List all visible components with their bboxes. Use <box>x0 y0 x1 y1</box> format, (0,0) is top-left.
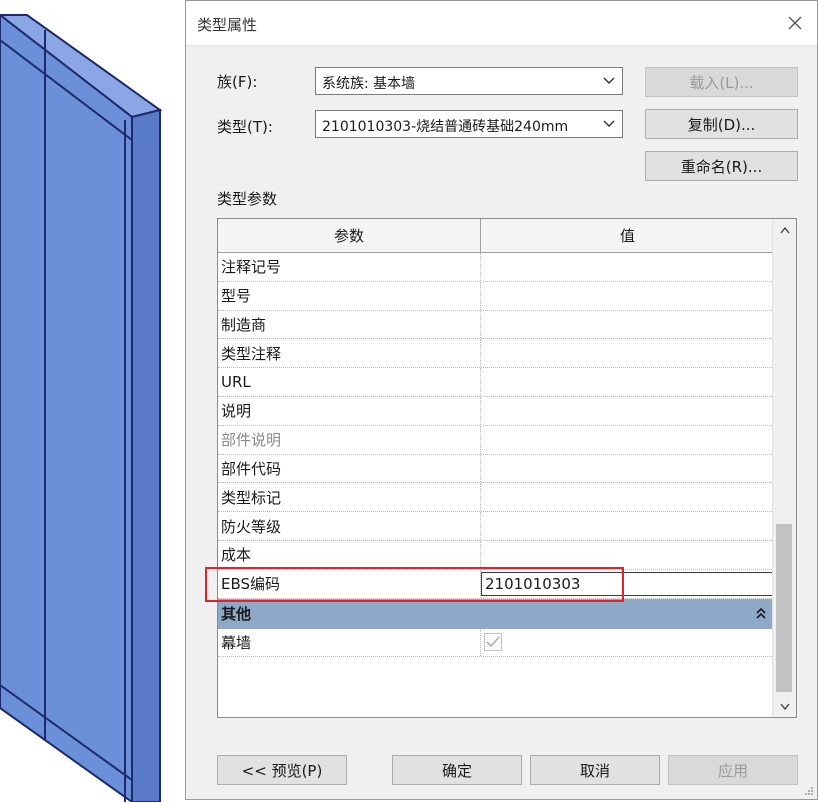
parameter-name: 类型注释 <box>218 339 481 368</box>
scroll-thumb[interactable] <box>776 524 792 692</box>
close-icon <box>788 16 802 30</box>
parameter-value[interactable] <box>481 512 774 540</box>
parameter-value[interactable] <box>481 541 774 569</box>
parameter-name: 幕墙 <box>218 628 481 657</box>
chevron-up-icon <box>779 226 790 233</box>
group-label: 其他 <box>221 605 252 624</box>
parameter-name: 型号 <box>218 281 481 310</box>
checkmark-icon <box>486 636 500 648</box>
vertical-scrollbar[interactable] <box>772 219 796 717</box>
table-row[interactable]: 幕墙 <box>218 628 774 658</box>
type-select[interactable]: 2101010303-烧结普通砖基础240mm <box>315 110 623 138</box>
family-select-value: 系统族: 基本墙 <box>322 76 416 92</box>
parameter-name: URL <box>218 368 481 396</box>
title-bar: 类型属性 <box>186 1 817 46</box>
close-button[interactable] <box>781 9 809 37</box>
table-header: 参数 值 <box>218 219 774 253</box>
table-row[interactable]: 说明 <box>218 396 774 426</box>
cancel-button[interactable]: 取消 <box>530 755 660 785</box>
scroll-up-button[interactable] <box>773 219 796 241</box>
parameter-value[interactable] <box>481 311 774 339</box>
table-row[interactable]: 型号 <box>218 281 774 311</box>
chevron-down-icon <box>779 703 790 710</box>
table-row[interactable]: 部件代码 <box>218 454 774 484</box>
parameter-value[interactable] <box>481 282 774 310</box>
rename-button[interactable]: 重命名(R)... <box>645 151 798 181</box>
group-header-other[interactable]: 其他 <box>218 598 774 629</box>
curtain-wall-checkbox[interactable] <box>484 633 502 652</box>
family-label: 族(F): <box>217 73 258 91</box>
column-header-value[interactable]: 值 <box>481 219 774 252</box>
parameter-name: 成本 <box>218 540 481 569</box>
table-row[interactable]: URL <box>218 368 774 397</box>
ok-button[interactable]: 确定 <box>392 755 522 785</box>
type-properties-dialog: 类型属性 族(F): 系统族: 基本墙 载入(L)... 类型(T): 2101… <box>185 0 818 800</box>
duplicate-button[interactable]: 复制(D)... <box>645 109 798 139</box>
ebs-code-input[interactable]: 2101010303 <box>481 571 774 596</box>
table-row[interactable]: 注释记号 <box>218 253 774 282</box>
parameter-value[interactable] <box>481 483 774 511</box>
parameter-name: 类型标记 <box>218 483 481 512</box>
scroll-down-button[interactable] <box>773 695 796 717</box>
parameter-name: 部件代码 <box>218 454 481 483</box>
load-button[interactable]: 载入(L)... <box>645 67 798 97</box>
table-row-ebs-code[interactable]: EBS编码 2101010303 <box>218 569 774 599</box>
dialog-title: 类型属性 <box>197 16 258 34</box>
parameter-value[interactable] <box>481 339 774 367</box>
table-row[interactable]: 类型注释 <box>218 339 774 369</box>
parameter-value[interactable] <box>481 426 774 454</box>
type-parameters-title: 类型参数 <box>217 190 278 208</box>
table-row[interactable]: 制造商 <box>218 310 774 340</box>
table-row[interactable]: 防火等级 <box>218 512 774 541</box>
parameter-name: 部件说明 <box>218 425 481 454</box>
parameter-name: 防火等级 <box>218 512 481 540</box>
chevron-down-icon <box>603 77 615 84</box>
table-body: 注释记号 型号 制造商 类型注释 URL 说明 部件说明 部件代码 类型标记 防… <box>218 253 774 658</box>
parameter-value[interactable] <box>481 455 774 483</box>
parameter-name: 说明 <box>218 396 481 425</box>
parameter-value[interactable] <box>481 253 774 281</box>
parameter-name: EBS编码 <box>218 569 481 598</box>
parameter-value[interactable] <box>481 368 774 396</box>
table-row[interactable]: 部件说明 <box>218 425 774 455</box>
table-row[interactable]: 类型标记 <box>218 483 774 513</box>
resize-grip-icon[interactable] <box>804 786 814 796</box>
type-parameters-table: 参数 值 注释记号 型号 制造商 类型注释 URL 说明 部件说明 部件代码 类… <box>217 218 797 718</box>
parameter-name: 制造商 <box>218 310 481 339</box>
collapse-icon[interactable] <box>756 607 766 620</box>
parameter-value[interactable] <box>481 629 774 657</box>
family-select[interactable]: 系统族: 基本墙 <box>315 67 623 95</box>
chevron-down-icon <box>603 120 615 127</box>
parameter-value[interactable] <box>481 397 774 425</box>
preview-button[interactable]: << 预览(P) <box>217 755 347 785</box>
parameter-name: 注释记号 <box>218 253 481 281</box>
type-label: 类型(T): <box>217 118 273 136</box>
column-header-parameter[interactable]: 参数 <box>218 219 481 252</box>
wall-3d-view <box>0 13 163 802</box>
apply-button[interactable]: 应用 <box>668 755 798 785</box>
type-select-value: 2101010303-烧结普通砖基础240mm <box>322 119 569 135</box>
table-row[interactable]: 成本 <box>218 540 774 570</box>
